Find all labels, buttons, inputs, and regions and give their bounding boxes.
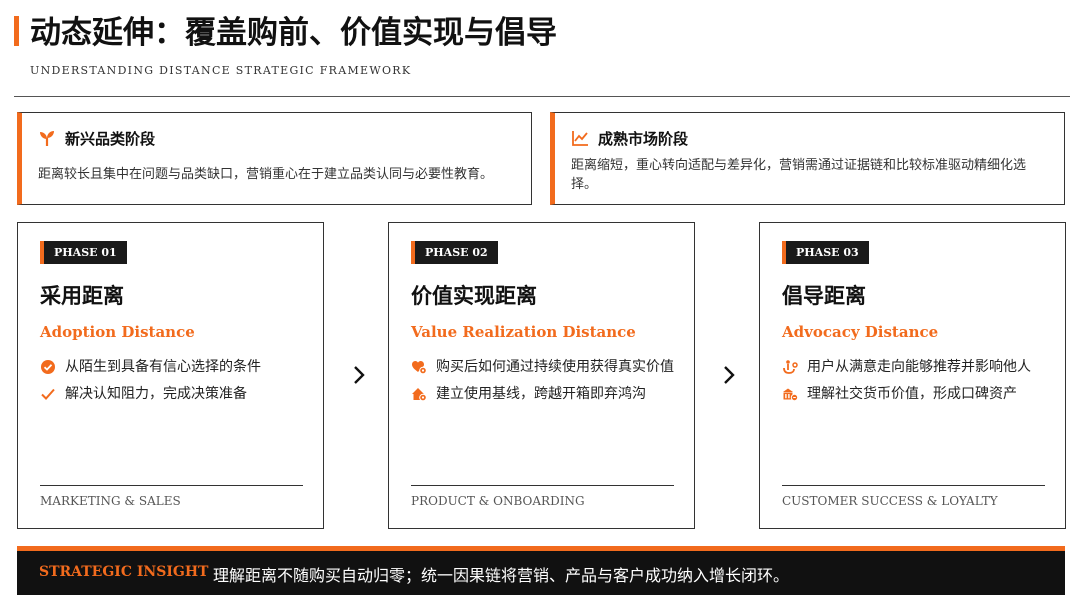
phase-title: 价值实现距离 <box>411 283 537 308</box>
sprout-icon <box>40 131 54 146</box>
strategic-insight-bar: STRATEGIC INSIGHT 理解距离不随购买自动归零；统一因果链将营销、… <box>17 546 1065 595</box>
phase-divider <box>40 485 303 486</box>
check-icon <box>41 388 55 400</box>
list-item-text: 理解社交货币价值，形成口碑资产 <box>807 386 1017 402</box>
list-item: 建立使用基线，跨越开箱即弃鸿沟 <box>411 384 676 404</box>
list-item-text: 解决认知阻力，完成决策准备 <box>65 386 247 402</box>
page-subtitle: UNDERSTANDING DISTANCE STRATEGIC FRAMEWO… <box>30 64 412 77</box>
phase-subtitle: Value Realization Distance <box>411 323 636 341</box>
phase-divider <box>411 485 674 486</box>
stage-description: 距离缩短，重心转向适配与差异化，营销需通过证据链和比较标准驱动精细化选择。 <box>571 158 1027 192</box>
list-item-text: 从陌生到具备有信心选择的条件 <box>65 359 261 375</box>
phase-badge: PHASE 01 <box>40 241 127 264</box>
phase-subtitle: Adoption Distance <box>40 323 195 341</box>
insight-label: STRATEGIC INSIGHT <box>39 564 209 580</box>
phase-title: 采用距离 <box>40 283 124 308</box>
list-item: 解决认知阻力，完成决策准备 <box>40 384 305 404</box>
stage-card-mature: 成熟市场阶段 距离缩短，重心转向适配与差异化，营销需通过证据链和比较标准驱动精细… <box>550 112 1065 205</box>
phase-card-adoption: PHASE 01 采用距离 Adoption Distance 从陌生到具备有信… <box>17 222 324 529</box>
list-item: 理解社交货币价值，形成口碑资产 <box>782 384 1047 404</box>
heart-gear-icon <box>412 361 427 375</box>
list-item: 从陌生到具备有信心选择的条件 <box>40 357 305 377</box>
phase-item-list: 用户从满意走向能够推荐并影响他人 理解社交货币价值，形成口碑资产 <box>782 357 1047 411</box>
phase-divider <box>782 485 1045 486</box>
phase-item-list: 购买后如何通过持续使用获得真实价值 建立使用基线，跨越开箱即弃鸿沟 <box>411 357 676 411</box>
phase-card-advocacy: PHASE 03 倡导距离 Advocacy Distance 用户从满意走向能… <box>759 222 1066 529</box>
bank-coins-icon <box>783 388 798 402</box>
phase-badge: PHASE 02 <box>411 241 498 264</box>
house-gear-icon <box>412 388 427 402</box>
phase-badge: PHASE 03 <box>782 241 869 264</box>
chevron-right-icon <box>354 366 365 384</box>
phase-footer: MARKETING & SALES <box>40 494 181 508</box>
list-item: 用户从满意走向能够推荐并影响他人 <box>782 357 1047 377</box>
insight-text: 理解距离不随购买自动归零；统一因果链将营销、产品与客户成功纳入增长闭环。 <box>213 566 790 585</box>
share-hand-icon <box>783 360 798 374</box>
check-circle-icon <box>41 360 55 374</box>
list-item-text: 用户从满意走向能够推荐并影响他人 <box>807 359 1031 375</box>
list-item-text: 建立使用基线，跨越开箱即弃鸿沟 <box>436 386 646 402</box>
page-title: 动态延伸：覆盖购前、价值实现与倡导 <box>30 15 557 51</box>
line-chart-icon <box>572 131 588 146</box>
phase-footer: PRODUCT & ONBOARDING <box>411 494 585 508</box>
header-divider <box>14 96 1070 97</box>
phase-item-list: 从陌生到具备有信心选择的条件 解决认知阻力，完成决策准备 <box>40 357 305 411</box>
stage-card-emerging: 新兴品类阶段 距离较长且集中在问题与品类缺口，营销重心在于建立品类认同与必要性教… <box>17 112 532 205</box>
list-item-text: 购买后如何通过持续使用获得真实价值 <box>436 359 674 375</box>
phase-subtitle: Advocacy Distance <box>782 323 939 341</box>
phase-footer: CUSTOMER SUCCESS & LOYALTY <box>782 494 998 508</box>
stage-description: 距离较长且集中在问题与品类缺口，营销重心在于建立品类认同与必要性教育。 <box>38 167 494 182</box>
stage-title: 新兴品类阶段 <box>65 129 156 148</box>
title-accent-bar <box>14 16 19 46</box>
list-item: 购买后如何通过持续使用获得真实价值 <box>411 357 676 377</box>
phase-card-value-realization: PHASE 02 价值实现距离 Value Realization Distan… <box>388 222 695 529</box>
phase-title: 倡导距离 <box>782 283 866 308</box>
stage-title: 成熟市场阶段 <box>598 129 689 148</box>
chevron-right-icon <box>724 366 735 384</box>
